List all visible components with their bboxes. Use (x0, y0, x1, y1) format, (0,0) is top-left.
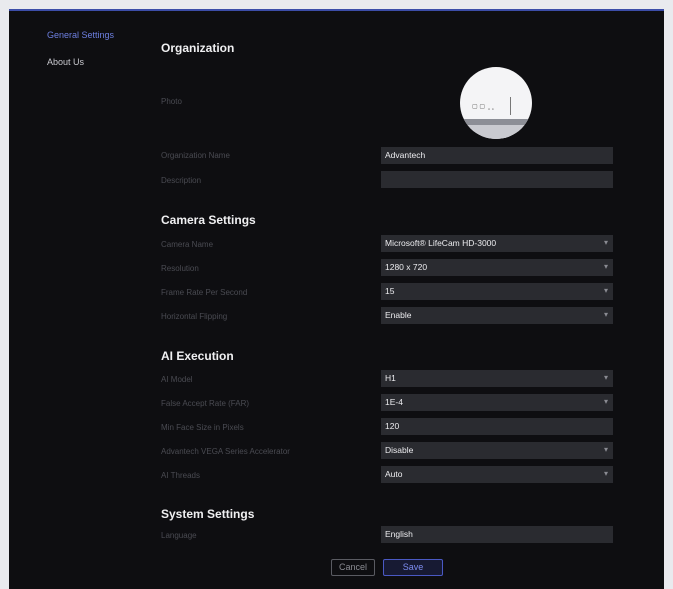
section-title-organization: Organization (161, 41, 235, 55)
language-input[interactable]: English (381, 526, 613, 543)
chevron-down-icon: ▾ (603, 469, 608, 478)
language-label: Language (161, 531, 197, 540)
resolution-value: 1280 x 720 (385, 262, 428, 272)
ai-threads-value: Auto (385, 469, 403, 479)
section-title-system-settings: System Settings (161, 507, 255, 521)
fps-label: Frame Rate Per Second (161, 288, 248, 297)
camera-name-select[interactable]: Microsoft® LifeCam HD-3000 ▾ (381, 235, 613, 252)
ai-threads-select[interactable]: Auto ▾ (381, 466, 613, 483)
accelerator-label: Advantech VEGA Series Accelerator (161, 447, 290, 456)
organization-name-input[interactable]: Advantech (381, 147, 613, 164)
min-face-size-label: Min Face Size in Pixels (161, 423, 244, 432)
resolution-select[interactable]: 1280 x 720 ▾ (381, 259, 613, 276)
chevron-down-icon: ▾ (603, 445, 608, 454)
section-title-ai-execution: AI Execution (161, 349, 234, 363)
organization-photo[interactable]: ▢ ▢ ▫ ▫ (460, 67, 532, 139)
organization-name-label: Organization Name (161, 151, 230, 160)
ai-model-value: H1 (385, 373, 396, 383)
camera-name-value: Microsoft® LifeCam HD-3000 (385, 238, 497, 248)
horizontal-flipping-value: Enable (385, 310, 412, 320)
horizontal-flipping-label: Horizontal Flipping (161, 312, 228, 321)
photo-label: Photo (161, 97, 182, 106)
fps-value: 15 (385, 286, 395, 296)
chevron-down-icon: ▾ (603, 397, 608, 406)
accelerator-select[interactable]: Disable ▾ (381, 442, 613, 459)
ai-threads-label: AI Threads (161, 471, 200, 480)
sidebar: General Settings About Us (9, 11, 144, 589)
far-select[interactable]: 1E-4 ▾ (381, 394, 613, 411)
sidebar-item-general-settings[interactable]: General Settings (47, 30, 114, 40)
accelerator-value: Disable (385, 445, 414, 455)
settings-window: General Settings About Us Organization P… (9, 9, 664, 589)
cancel-button[interactable]: Cancel (331, 559, 375, 576)
chevron-down-icon: ▾ (603, 238, 608, 247)
camera-name-label: Camera Name (161, 240, 214, 249)
description-label: Description (161, 176, 202, 185)
chevron-down-icon: ▾ (603, 286, 608, 295)
chevron-down-icon: ▾ (603, 262, 608, 271)
horizontal-flipping-select[interactable]: Enable ▾ (381, 307, 613, 324)
description-input[interactable] (381, 171, 613, 188)
ai-model-select[interactable]: H1 ▾ (381, 370, 613, 387)
fps-select[interactable]: 15 ▾ (381, 283, 613, 300)
min-face-size-input[interactable]: 120 (381, 418, 613, 435)
chevron-down-icon: ▾ (603, 310, 608, 319)
save-button[interactable]: Save (383, 559, 443, 576)
far-value: 1E-4 (385, 397, 403, 407)
section-title-camera-settings: Camera Settings (161, 213, 256, 227)
sidebar-item-about-us[interactable]: About Us (47, 57, 84, 67)
far-label: False Accept Rate (FAR) (161, 399, 250, 408)
ai-model-label: AI Model (161, 375, 193, 384)
resolution-label: Resolution (161, 264, 199, 273)
chevron-down-icon: ▾ (603, 373, 608, 382)
